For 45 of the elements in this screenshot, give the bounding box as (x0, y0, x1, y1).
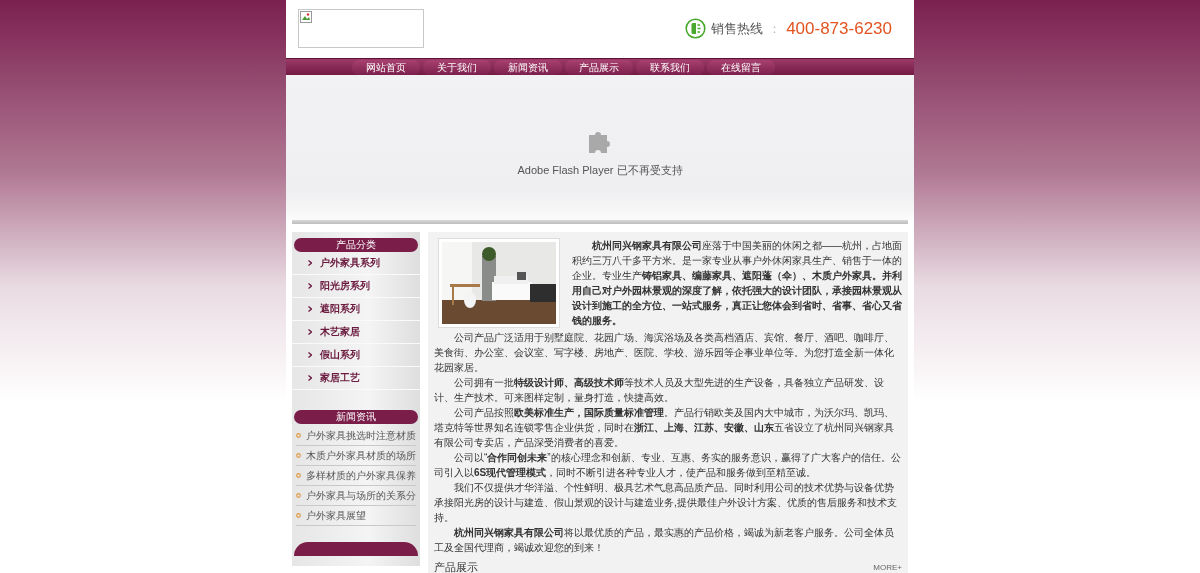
hotline-number: 400-873-6230 (786, 18, 892, 41)
more-link[interactable]: MORE+ (873, 563, 902, 573)
news-item[interactable]: 户外家具与场所的关系分 (296, 486, 416, 506)
paragraph: 公司以“合作同创未来”的核心理念和创新、专业、互惠、务实的服务意识，赢得了广大客户的信任。公司引入以6S现代管理模式，同时不断引进各种专业人才，使产品和服务做到至精至诚。 (434, 451, 902, 480)
bullet-icon (296, 493, 301, 498)
category-item[interactable]: 假山系列 (292, 344, 420, 367)
category-item[interactable]: 遮阳系列 (292, 298, 420, 321)
nav-tab[interactable]: 网站首页 (352, 59, 420, 75)
category-item[interactable]: 阳光房系列 (292, 275, 420, 298)
paragraph: 公司产品按照欧美标准生产，国际质量标准管理。产品行销欧美及国内大中城市，为沃尔玛、凯玛、塔克特等世界知名连锁零售企业供货，同时在浙江、上海、江苏、安徽、山东五省设立了杭州同兴钢家具有限公司专卖店，产品深受消费者的喜爱。 (434, 406, 895, 450)
category-item[interactable]: 户外家具系列 (292, 252, 420, 275)
paragraph: 我们不仅提供才华洋溢、个性鲜明、极具艺术气息高品质产品。同时利用公司的技术优势与设备优势承接阳光房的设计与建造、假山景观的设计与建造业务,提供最佳户外设计方案、优质的售后服务和技术支持。 (434, 481, 898, 525)
chevron-icon (308, 352, 312, 358)
chevron-icon (308, 260, 312, 266)
nav-tab[interactable]: 产品展示 (565, 59, 633, 75)
news-item[interactable]: 户外家具展望 (296, 506, 416, 526)
chevron-icon (308, 306, 312, 312)
nav-tab[interactable]: 在线留言 (707, 59, 775, 75)
nav-tab[interactable]: 新闻资讯 (494, 59, 562, 75)
chevron-icon (308, 375, 312, 381)
nav-tab[interactable]: 关于我们 (423, 59, 491, 75)
bullet-icon (296, 513, 301, 518)
news-item[interactable]: 户外家具挑选时注意材质 (296, 426, 416, 446)
sidebar-heading: 产品分类 (294, 238, 418, 252)
section-title: 产品展示 (434, 561, 478, 573)
broken-image-icon (300, 11, 312, 24)
chevron-icon (308, 329, 312, 335)
news-item[interactable]: 木质户外家具材质的场所 (296, 446, 416, 466)
phone-icon (685, 18, 707, 40)
paragraph: 公司拥有一批特级设计师、高级技术师等技术人员及大型先进的生产设备，具备独立产品研发、设计、生产技术。可来图样定制，量身打造，快捷高效。 (434, 376, 885, 405)
chevron-icon (308, 283, 312, 289)
category-item[interactable]: 家居工艺 (292, 367, 420, 390)
nav-tab[interactable]: 联系我们 (636, 59, 704, 75)
paragraph: 公司产品广泛适用于别墅庭院、花园广场、海滨浴场及各类高档酒店、宾馆、餐厅、酒吧、咖啡厅、美食街、办公室、会议室、写字楼、房地产、医院、学校、游乐园等企事业单位等。为您打造全新一体化花园家居。 (434, 331, 895, 375)
bullet-icon (296, 453, 301, 458)
flash-message: Adobe Flash Player 已不再受支持 (517, 163, 683, 179)
hotline-label: 销售热线 (711, 20, 764, 39)
paragraph: 杭州同兴钢家具有限公司座落于中国美丽的休闲之都——杭州，占地面积约三万八千多平方米。是一家专业从事户外休闲家具生产、销售于一体的企业。专业生产铸铝家具、编藤家具、遮阳蓬（伞）、木质户外家具。并利用自己对户外园林景观的深度了解，依托强大的设计团队，承接园林景观从设计到施工的全方位、一站式服务，真正让您体会到省时、省事、省心又省钱的服务。 (572, 239, 902, 328)
bullet-icon (296, 473, 301, 478)
bullet-icon (296, 433, 301, 438)
news-item[interactable]: 多样材质的户外家具保养 (296, 466, 416, 486)
category-item[interactable]: 木艺家居 (292, 321, 420, 344)
paragraph: 杭州同兴钢家具有限公司将以最优质的产品，最实惠的产品价格，竭诚为新老客户服务。公司全体员工及全国代理商，竭诚欢迎您的到来！ (434, 526, 895, 555)
sidebar-heading: 新闻资讯 (294, 410, 418, 424)
separator: ： (768, 20, 782, 39)
